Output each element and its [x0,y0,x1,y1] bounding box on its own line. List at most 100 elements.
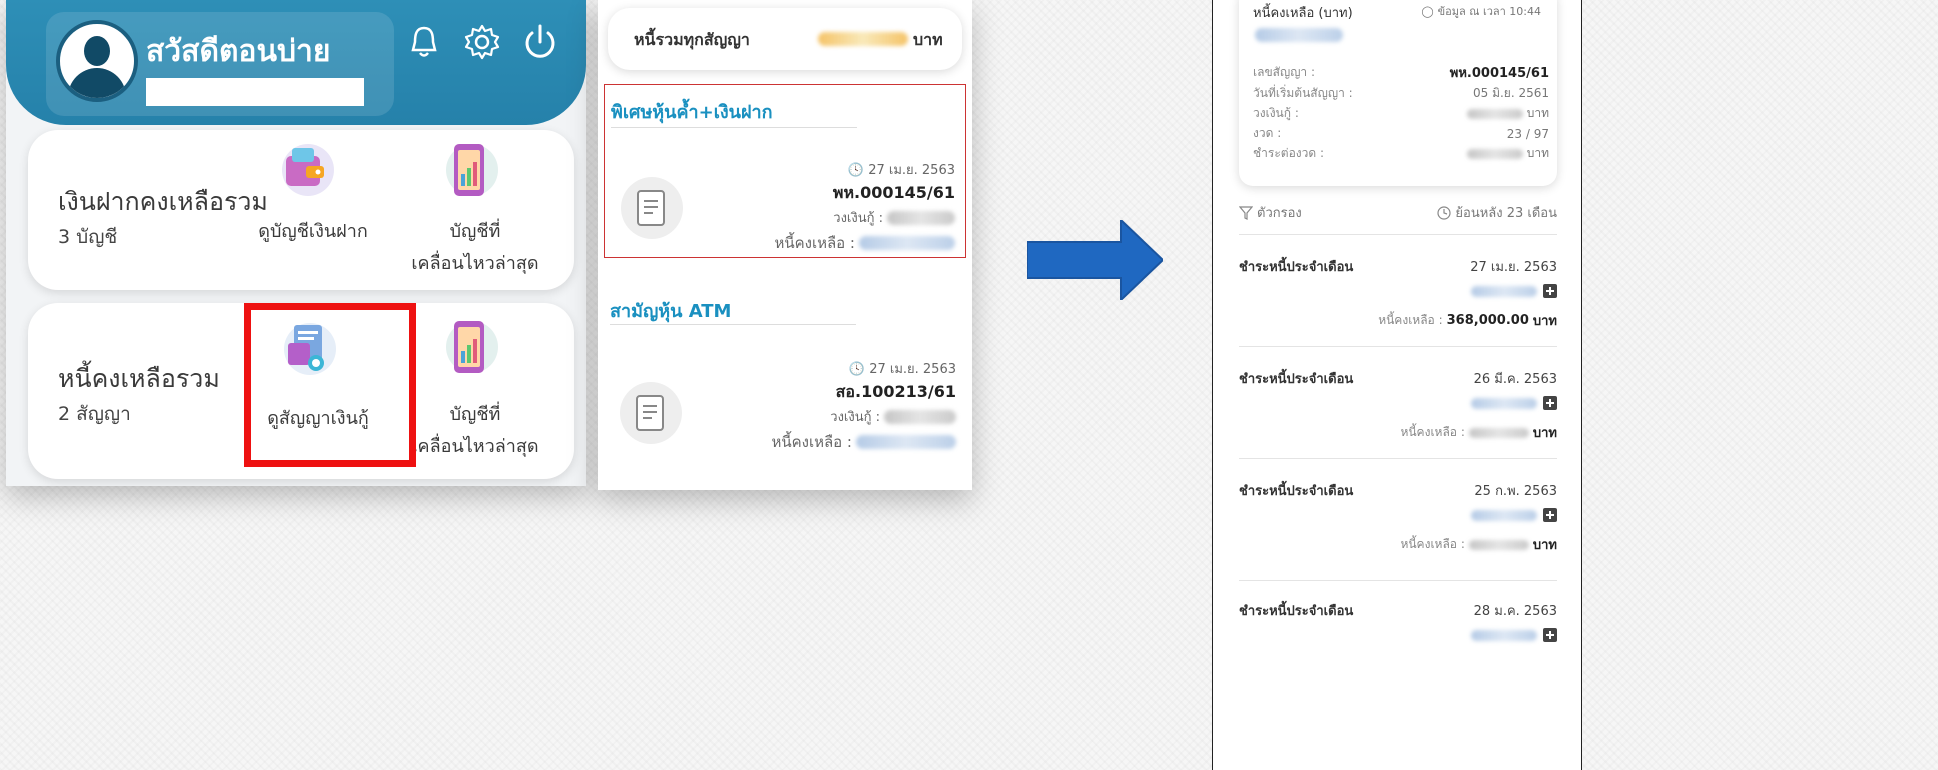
payment-title: ชำระหนี้ประจำเดือน [1239,604,1354,619]
right-arrow-icon [1027,220,1163,300]
info-value: 05 มิ.ย. 2561 [1472,86,1549,100]
info-value-blurred [1466,148,1523,159]
filter-bar: ตัวกรอง ย้อนหลัง 23 เดือน [1239,198,1557,222]
period-label: ย้อนหลัง 23 เดือน [1455,206,1557,221]
total-debt-unit: บาท [913,30,943,49]
payment-amount [1471,628,1557,642]
contract-number: พห.000145/61 [832,183,955,202]
total-debt-amount-blurred [818,32,908,46]
remain-label: หนี้คงเหลือ : [1400,425,1465,439]
payment-amount [1471,396,1557,410]
loan-limit-label: วงเงินกู้ : [833,211,883,226]
avatar[interactable] [56,20,138,102]
info-value-unit: บาท [1526,106,1549,120]
contract-date: 🕓 27 เม.ย. 2563 [847,163,955,178]
info-value: พห.000145/61 [1449,66,1549,81]
clock-icon [1437,205,1452,220]
clock-icon: ◯ [1421,4,1434,18]
remain-unit: บาท [1532,426,1557,441]
contract-name: สามัญหุ้น ATM [610,301,732,322]
plus-icon[interactable] [1543,508,1557,522]
total-debt-label: หนี้รวมทุกสัญญา [634,30,750,49]
payment-amount [1471,508,1557,522]
remaining-debt-label: หนี้คงเหลือ : [774,234,855,252]
contract-date-text: 27 เม.ย. 2563 [869,362,956,377]
wallet-icon[interactable] [274,140,336,202]
info-row: งวด : 23 / 97 [1253,124,1549,143]
gear-icon[interactable] [462,22,502,62]
remain-unit: บาท [1532,314,1557,329]
loan-limit-blurred [887,210,955,225]
deposit-summary-card: เงินฝากคงเหลือรวม 3 บัญชี ดูบัญชีเงินฝาก… [28,130,574,290]
deposit-title: เงินฝากคงเหลือรวม [58,187,268,216]
payment-item[interactable]: ชำระหนี้ประจำเดือน 26 มี.ค. 2563 หนี้คงเ… [1239,348,1557,448]
divider [1239,234,1557,235]
balance-time-text: ข้อมูล ณ เวลา 10:44 [1437,5,1541,18]
plus-icon[interactable] [1543,628,1557,642]
payment-amount [1471,284,1557,298]
view-deposit-link[interactable]: ดูบัญชีเงินฝาก [248,216,378,248]
phone-chart-icon[interactable] [438,317,500,379]
phone-chart-icon[interactable] [438,140,500,202]
info-value-unit: บาท [1526,146,1549,160]
balance-time: ◯ ข้อมูล ณ เวลา 10:44 [1421,2,1541,20]
remaining-debt-row: หนี้คงเหลือ : [771,430,956,454]
deposit-count: 3 บัญชี [58,226,118,248]
loan-limit-label: วงเงินกู้ : [830,410,880,425]
contract-card-2[interactable]: สามัญหุ้น ATM 🕓 27 เม.ย. 2563 สอ.100213/… [604,286,966,480]
balance-label: หนี้คงเหลือ (บาท) [1253,6,1353,21]
greeting-text: สวัสดีตอนบ่าย [146,34,331,69]
divider [1239,458,1557,459]
filter-icon [1239,205,1253,220]
divider [611,127,857,128]
plus-icon[interactable] [1543,284,1557,298]
recent-loan-link[interactable]: บัญชีที่ เคลื่อนไหวล่าสุด [400,399,550,463]
loan-limit-row: วงเงินกู้ : [833,207,955,228]
filter-button[interactable]: ตัวกรอง [1239,202,1302,223]
remaining-debt-row: หนี้คงเหลือ : [774,231,955,255]
dashboard-panel: สวัสดีตอนบ่าย เงินฝากคงเหลือรวม 3 บัญชี … [6,0,586,486]
period-selector[interactable]: ย้อนหลัง 23 เดือน [1437,202,1557,223]
recent-deposit-link[interactable]: บัญชีที่ เคลื่อนไหวล่าสุด [400,216,550,280]
power-icon[interactable] [520,22,560,62]
user-name-box [146,78,364,106]
remain-label: หนี้คงเหลือ : [1400,537,1465,551]
debt-count: 2 สัญญา [58,403,131,425]
payment-item[interactable]: ชำระหนี้ประจำเดือน 28 ม.ค. 2563 [1239,580,1557,680]
payment-date: 27 เม.ย. 2563 [1470,260,1557,275]
info-value-group: บาท [1466,104,1549,123]
bell-icon[interactable] [404,22,444,62]
remain-value-blurred [1468,539,1529,550]
filter-label: ตัวกรอง [1257,206,1302,221]
info-row: เลขสัญญา : พห.000145/61 [1253,62,1549,83]
total-debt-card: หนี้รวมทุกสัญญา บาท [608,8,962,70]
payment-amount-blurred [1471,285,1537,297]
payment-item[interactable]: ชำระหนี้ประจำเดือน 25 ก.พ. 2563 หนี้คงเห… [1239,460,1557,560]
remain-value: 368,000.00 [1446,313,1529,328]
contracts-panel: หนี้รวมทุกสัญญา บาท พิเศษหุ้นค้ำ+เงินฝาก… [598,0,972,490]
info-value-group: บาท [1466,144,1549,163]
remain-value-blurred [1468,427,1529,438]
contract-card-1[interactable]: พิเศษหุ้นค้ำ+เงินฝาก 🕓 27 เม.ย. 2563 พห.… [604,84,966,258]
payment-title: ชำระหนี้ประจำเดือน [1239,260,1354,275]
info-label: วันที่เริ่มต้นสัญญา : [1253,86,1353,100]
plus-icon[interactable] [1543,396,1557,410]
contract-date: 🕓 27 เม.ย. 2563 [848,362,956,377]
payment-date: 25 ก.พ. 2563 [1474,484,1557,499]
remain-label: หนี้คงเหลือ : [1378,313,1443,327]
info-label: ชำระต่องวด : [1253,146,1325,160]
payment-item[interactable]: ชำระหนี้ประจำเดือน 27 เม.ย. 2563 หนี้คงเ… [1239,236,1557,336]
info-row: วงเงินกู้ : บาท [1253,104,1549,123]
document-icon [620,382,682,444]
divider [610,324,856,325]
payment-date: 26 มี.ค. 2563 [1473,372,1557,387]
contract-number: สอ.100213/61 [835,382,956,401]
loan-limit-row: วงเงินกู้ : [830,406,956,427]
contract-detail-panel: หนี้คงเหลือ (บาท) ◯ ข้อมูล ณ เวลา 10:44 … [1212,0,1582,770]
payment-amount-blurred [1471,629,1537,641]
contract-name: พิเศษหุ้นค้ำ+เงินฝาก [611,102,773,123]
recent-deposit-line1: บัญชีที่ [449,221,501,242]
contract-date-text: 27 เม.ย. 2563 [868,163,955,178]
payment-amount-blurred [1471,397,1537,409]
payment-date: 28 ม.ค. 2563 [1473,604,1557,619]
